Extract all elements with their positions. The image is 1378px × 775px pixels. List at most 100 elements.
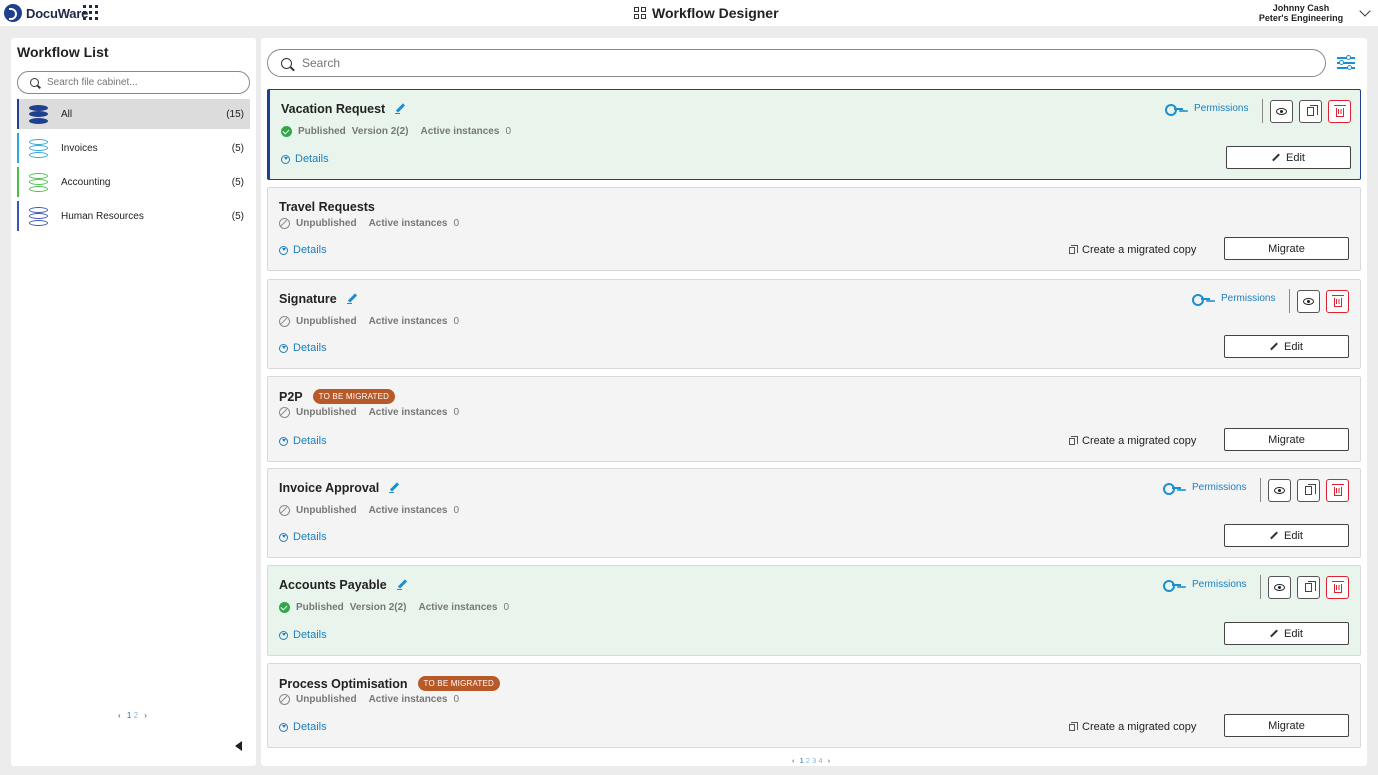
delete-button[interactable] bbox=[1326, 576, 1349, 599]
pager-page-current[interactable]: 1 bbox=[800, 756, 804, 765]
pager-page[interactable]: 2 bbox=[134, 711, 138, 720]
workflow-name: Accounts Payable bbox=[279, 578, 387, 592]
key-icon bbox=[1163, 482, 1181, 495]
pager-page-current[interactable]: 1 bbox=[127, 711, 131, 720]
details-toggle[interactable]: Details bbox=[279, 342, 327, 354]
pager-page[interactable]: 3 bbox=[812, 756, 816, 765]
workflow-status: Published Version 2(2) Active instances 0 bbox=[281, 126, 511, 137]
unpublished-icon bbox=[279, 316, 290, 327]
details-label: Details bbox=[293, 244, 327, 256]
workflow-main-panel: Vacation Request Published Version 2(2) Act… bbox=[261, 38, 1367, 766]
sidebar-item-human-resources[interactable]: Human Resources (5) bbox=[17, 201, 250, 231]
active-instances-label: Active instances bbox=[368, 694, 448, 705]
permissions-link[interactable]: Permissions bbox=[1163, 579, 1246, 592]
details-toggle[interactable]: Details bbox=[279, 244, 327, 256]
create-migrated-copy-link[interactable]: Create a migrated copy bbox=[1069, 435, 1196, 447]
workflow-card[interactable]: Accounts Payable Published Version 2(2) Act… bbox=[267, 565, 1361, 656]
pager-next-button[interactable]: › bbox=[828, 756, 831, 765]
chevron-down-icon[interactable] bbox=[1359, 5, 1371, 17]
permissions-link[interactable]: Permissions bbox=[1192, 293, 1275, 306]
permissions-link[interactable]: Permissions bbox=[1165, 103, 1248, 116]
details-label: Details bbox=[293, 435, 327, 447]
delete-button[interactable] bbox=[1326, 479, 1349, 502]
eye-icon bbox=[1303, 298, 1314, 305]
pencil-icon bbox=[1272, 154, 1280, 162]
pager-prev-button[interactable]: ‹ bbox=[118, 711, 121, 720]
edit-button[interactable]: Edit bbox=[1224, 622, 1349, 645]
active-instances-count: 0 bbox=[453, 505, 460, 516]
permissions-link[interactable]: Permissions bbox=[1163, 482, 1246, 495]
pager-next-button[interactable]: › bbox=[144, 711, 147, 720]
create-migrated-copy-link[interactable]: Create a migrated copy bbox=[1069, 244, 1196, 256]
workflow-card[interactable]: Signature Unpublished Active instances 0 Det… bbox=[267, 279, 1361, 369]
workflow-card[interactable]: Process Optimisation TO BE MIGRATED Unpubl… bbox=[267, 663, 1361, 748]
workflow-title: Accounts Payable bbox=[279, 578, 407, 592]
delete-button[interactable] bbox=[1326, 290, 1349, 313]
details-toggle[interactable]: Details bbox=[279, 721, 327, 733]
details-toggle[interactable]: Details bbox=[279, 435, 327, 447]
database-icon bbox=[29, 206, 48, 226]
workflow-search-input[interactable] bbox=[302, 56, 1202, 70]
migrate-button[interactable]: Migrate bbox=[1224, 428, 1349, 451]
workflow-card[interactable]: P2P TO BE MIGRATED Unpublished Active insta… bbox=[267, 376, 1361, 462]
copy-button[interactable] bbox=[1297, 479, 1320, 502]
user-menu[interactable]: Johnny Cash Peter's Engineering bbox=[1256, 3, 1346, 23]
copy-button[interactable] bbox=[1299, 100, 1322, 123]
edit-name-icon[interactable] bbox=[396, 580, 407, 591]
file-cabinet-search[interactable] bbox=[17, 71, 250, 94]
edit-name-icon[interactable] bbox=[395, 104, 405, 115]
database-icon bbox=[29, 104, 48, 124]
divider bbox=[1289, 289, 1290, 313]
edit-button[interactable]: Edit bbox=[1224, 524, 1349, 547]
app-title: Workflow Designer bbox=[634, 5, 779, 21]
collapse-panel-icon[interactable] bbox=[235, 741, 242, 751]
eye-icon bbox=[1274, 487, 1285, 494]
view-button[interactable] bbox=[1268, 576, 1291, 599]
active-instances-label: Active instances bbox=[368, 316, 448, 327]
pager-page[interactable]: 4 bbox=[818, 756, 822, 765]
workflow-search[interactable] bbox=[267, 49, 1326, 77]
workflow-title: Travel Requests bbox=[279, 200, 375, 214]
status-label: Published bbox=[298, 126, 346, 137]
edit-button[interactable]: Edit bbox=[1224, 335, 1349, 358]
pager-page[interactable]: 2 bbox=[806, 756, 810, 765]
migrate-label: Migrate bbox=[1268, 433, 1305, 446]
workflow-name: Travel Requests bbox=[279, 200, 375, 214]
workflow-title: Vacation Request bbox=[281, 102, 405, 116]
create-migrated-copy-link[interactable]: Create a migrated copy bbox=[1069, 721, 1196, 733]
sidebar-item-all[interactable]: All (15) bbox=[17, 99, 250, 129]
edit-name-icon[interactable] bbox=[389, 483, 399, 494]
view-button[interactable] bbox=[1270, 100, 1293, 123]
sidebar-item-invoices[interactable]: Invoices (5) bbox=[17, 133, 250, 163]
workflow-card[interactable]: Invoice Approval Unpublished Active instan… bbox=[267, 468, 1361, 558]
expand-details-icon bbox=[279, 722, 288, 732]
details-label: Details bbox=[295, 153, 329, 165]
view-button[interactable] bbox=[1297, 290, 1320, 313]
edit-name-icon[interactable] bbox=[346, 294, 357, 305]
details-toggle[interactable]: Details bbox=[279, 531, 327, 543]
details-toggle[interactable]: Details bbox=[279, 629, 327, 641]
apps-grid-icon[interactable] bbox=[83, 5, 98, 20]
key-icon bbox=[1163, 579, 1181, 592]
view-button[interactable] bbox=[1268, 479, 1291, 502]
workflow-card[interactable]: Vacation Request Published Version 2(2) Act… bbox=[267, 89, 1361, 180]
sidebar-item-accounting[interactable]: Accounting (5) bbox=[17, 167, 250, 197]
active-instances-label: Active instances bbox=[418, 602, 498, 613]
pager-prev-button[interactable]: ‹ bbox=[792, 756, 795, 765]
docuware-logo[interactable]: DocuWare bbox=[4, 4, 88, 22]
delete-button[interactable] bbox=[1328, 100, 1351, 123]
workflow-card[interactable]: Travel Requests Unpublished Active instanc… bbox=[267, 187, 1361, 271]
trash-icon bbox=[1333, 105, 1346, 117]
active-instances-count: 0 bbox=[453, 694, 460, 705]
file-cabinet-search-input[interactable] bbox=[47, 77, 227, 88]
edit-button[interactable]: Edit bbox=[1226, 146, 1351, 169]
status-label: Unpublished bbox=[296, 316, 357, 327]
workflow-status: Unpublished Active instances 0 bbox=[279, 505, 459, 516]
filter-settings-icon[interactable] bbox=[1337, 54, 1355, 71]
edit-label: Edit bbox=[1284, 627, 1303, 640]
details-toggle[interactable]: Details bbox=[281, 153, 329, 165]
copy-button[interactable] bbox=[1297, 576, 1320, 599]
active-instances-count: 0 bbox=[453, 316, 460, 327]
migrate-button[interactable]: Migrate bbox=[1224, 714, 1349, 737]
migrate-button[interactable]: Migrate bbox=[1224, 237, 1349, 260]
